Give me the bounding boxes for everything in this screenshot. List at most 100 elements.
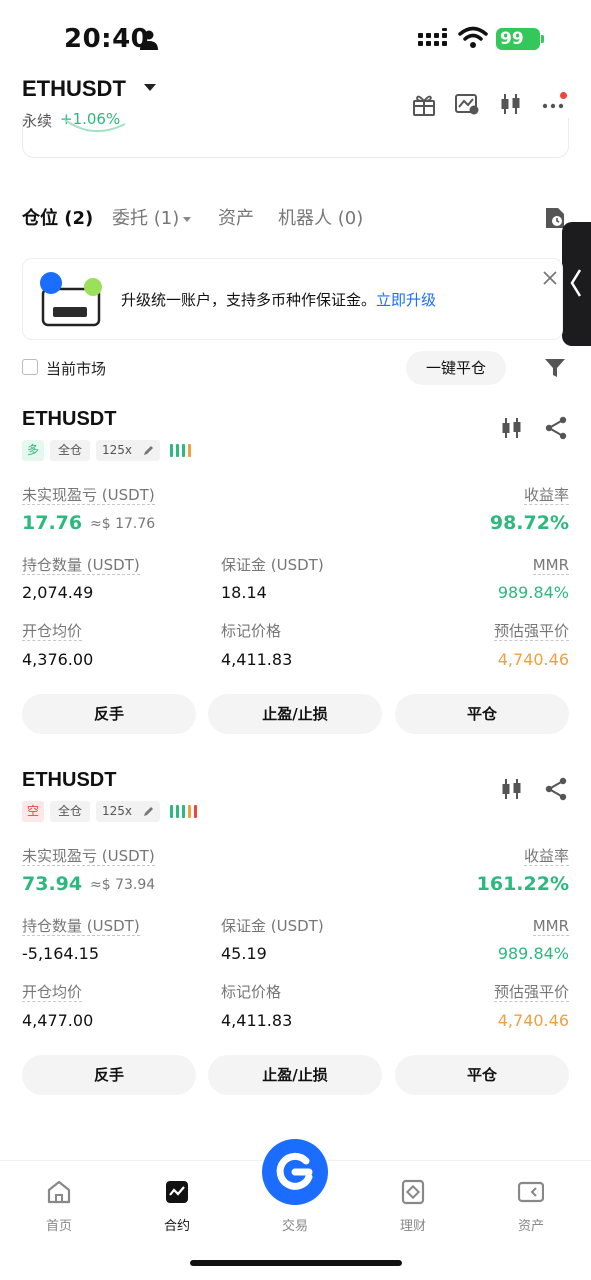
reverse-button[interactable]: 反手: [22, 1055, 196, 1095]
upgrade-link[interactable]: 立即升级: [376, 291, 436, 309]
home-indicator: [190, 1260, 402, 1266]
unrealized-pnl-label[interactable]: 未实现盈亏 (USDT): [22, 486, 155, 505]
nav-assets-label: 资产: [517, 1219, 544, 1234]
nav-home[interactable]: 首页: [19, 1179, 99, 1234]
mmr-value: 989.84%: [497, 944, 569, 963]
wifi-icon: [458, 26, 488, 48]
close-icon[interactable]: [543, 271, 557, 285]
position-card: ETHUSDT 空 全仓 125x 未实现盈亏 (USDT) 收益率 73.94…: [0, 769, 591, 1119]
roe-label[interactable]: 收益率: [523, 847, 569, 866]
battery-level: 99: [500, 29, 524, 49]
adl-bar: [182, 805, 185, 818]
entry-price-label[interactable]: 开仓均价: [22, 983, 83, 1002]
entry-price-value: 4,376.00: [22, 650, 94, 669]
adl-bar: [176, 805, 179, 818]
adl-bar: [188, 805, 191, 818]
tab-orders[interactable]: 委托 (1): [112, 204, 192, 230]
nav-assets[interactable]: 资产: [491, 1179, 571, 1234]
nav-futures[interactable]: 合约: [137, 1179, 217, 1234]
tab-orders-label: 委托 (1): [112, 208, 180, 229]
mmr-label[interactable]: MMR: [532, 556, 569, 575]
reverse-button[interactable]: 反手: [22, 694, 196, 734]
size-label[interactable]: 持仓数量 (USDT): [22, 556, 140, 575]
roe-value: 161.22%: [476, 873, 569, 895]
adl-bar: [170, 805, 173, 818]
pnl-analysis-icon[interactable]: [455, 92, 479, 116]
chart-curve: [64, 119, 126, 133]
tpsl-button[interactable]: 止盈/止损: [208, 694, 382, 734]
banner-text: 升级统一账户，支持多币种作保证金。立即升级: [121, 289, 436, 310]
side-drawer-handle[interactable]: [562, 222, 591, 346]
banner-message: 升级统一账户，支持多币种作保证金。: [121, 291, 377, 309]
margin-label: 保证金 (USDT): [221, 917, 324, 935]
size-value: -5,164.15: [22, 944, 100, 963]
share-icon[interactable]: [544, 777, 568, 801]
liq-price-value: 4,740.46: [497, 1011, 569, 1030]
roe-value: 98.72%: [489, 512, 569, 534]
kline-icon[interactable]: [500, 777, 524, 801]
futures-icon: [166, 1181, 188, 1203]
kline-icon[interactable]: [500, 416, 524, 440]
trade-button[interactable]: [262, 1139, 328, 1205]
trade-icon: [276, 1152, 313, 1190]
adl-bar: [182, 444, 185, 457]
leverage-value: 125x: [102, 443, 133, 457]
battery-tip: [541, 35, 544, 43]
symbol-selector[interactable]: ETHUSDT: [22, 76, 126, 102]
filter-icon[interactable]: [544, 357, 566, 379]
margin-mode-badge: 全仓: [50, 440, 90, 461]
wallet-illustration-icon: [40, 272, 102, 327]
edit-icon: [144, 807, 153, 816]
position-card: ETHUSDT 多 全仓 125x 未实现盈亏 (USDT) 收益率 17.76…: [0, 408, 591, 758]
mark-price-label: 标记价格: [221, 622, 282, 640]
leverage-badge[interactable]: 125x: [96, 801, 160, 822]
status-time: 20:40: [64, 24, 150, 54]
liq-price-label[interactable]: 预估强平价: [493, 983, 569, 1002]
position-symbol[interactable]: ETHUSDT: [22, 408, 116, 431]
mmr-value: 989.84%: [497, 583, 569, 602]
liq-price-label[interactable]: 预估强平价: [493, 622, 569, 641]
tab-positions[interactable]: 仓位 (2): [22, 204, 93, 230]
tab-bots[interactable]: 机器人 (0): [278, 204, 363, 230]
nav-earn[interactable]: 理财: [373, 1179, 453, 1234]
wallet-icon: [518, 1181, 544, 1203]
liq-price-value: 4,740.46: [497, 650, 569, 669]
mark-price-value: 4,411.83: [221, 1011, 293, 1030]
close-position-button[interactable]: 平仓: [395, 694, 569, 734]
close-all-button[interactable]: 一键平仓: [406, 351, 506, 385]
tpsl-button[interactable]: 止盈/止损: [208, 1055, 382, 1095]
size-label[interactable]: 持仓数量 (USDT): [22, 917, 140, 936]
status-bar: 20:40 99: [0, 0, 591, 78]
mark-price-label: 标记价格: [221, 983, 282, 1001]
unrealized-pnl-usd: ≈$ 17.76: [90, 516, 156, 532]
kline-icon[interactable]: [499, 92, 523, 116]
current-market-label[interactable]: 当前市场: [46, 358, 106, 379]
nav-trade-label[interactable]: 交易: [255, 1215, 335, 1234]
gift-icon[interactable]: [412, 92, 436, 116]
symbol-caret-icon[interactable]: [144, 84, 156, 91]
chart-panel-edge: [22, 118, 569, 158]
close-position-button[interactable]: 平仓: [395, 1055, 569, 1095]
tab-assets[interactable]: 资产: [218, 204, 254, 230]
unrealized-pnl-value: 17.76: [22, 512, 83, 534]
position-tabs: 仓位 (2) 委托 (1) 资产 机器人 (0): [22, 204, 582, 236]
share-icon[interactable]: [544, 416, 568, 440]
entry-price-label[interactable]: 开仓均价: [22, 622, 83, 641]
notification-dot: [560, 92, 567, 99]
upgrade-banner[interactable]: 升级统一账户，支持多币种作保证金。立即升级: [22, 258, 563, 340]
battery-indicator: 99: [496, 28, 544, 50]
home-icon: [47, 1180, 71, 1204]
adl-bar: [194, 805, 197, 818]
adl-bar: [176, 444, 179, 457]
edit-icon: [144, 446, 153, 455]
leverage-value: 125x: [102, 804, 133, 818]
nav-futures-label: 合约: [163, 1219, 190, 1234]
leverage-badge[interactable]: 125x: [96, 440, 160, 461]
size-value: 2,074.49: [22, 583, 94, 602]
margin-label: 保证金 (USDT): [221, 556, 324, 574]
roe-label[interactable]: 收益率: [523, 486, 569, 505]
unrealized-pnl-label[interactable]: 未实现盈亏 (USDT): [22, 847, 155, 866]
position-symbol[interactable]: ETHUSDT: [22, 769, 116, 792]
current-market-checkbox[interactable]: [22, 359, 38, 375]
mmr-label[interactable]: MMR: [532, 917, 569, 936]
